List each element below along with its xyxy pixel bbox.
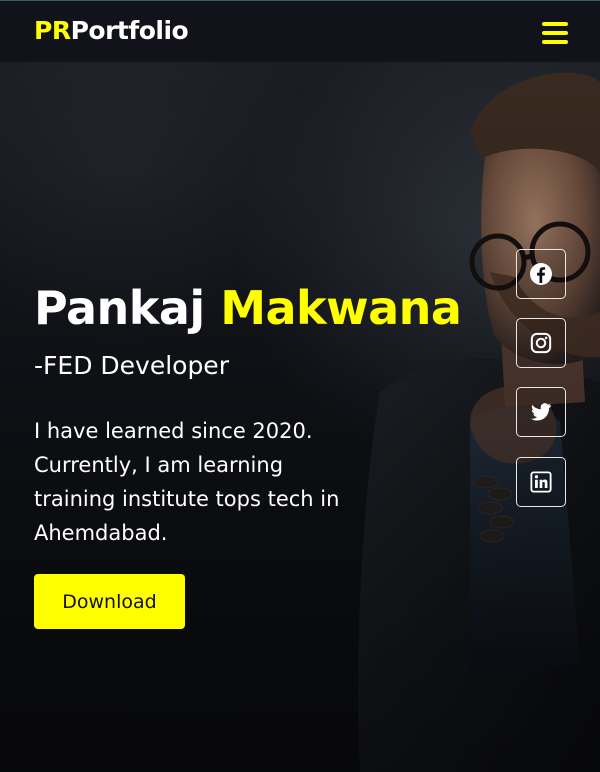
- last-name-highlight: Makwana: [220, 281, 462, 335]
- navbar: PRPortfolio: [0, 0, 600, 62]
- instagram-link[interactable]: [516, 318, 566, 368]
- facebook-icon: [530, 263, 552, 285]
- hero-section: Pankaj Makwana -FED Developer I have lea…: [0, 62, 600, 772]
- brand-name: Portfolio: [70, 16, 189, 45]
- twitter-link[interactable]: [516, 387, 566, 437]
- hero-role: -FED Developer: [34, 351, 229, 380]
- first-name: Pankaj: [34, 281, 205, 335]
- linkedin-icon: [530, 471, 552, 493]
- hero-bio: I have learned since 2020. Currently, I …: [34, 419, 340, 545]
- download-button[interactable]: Download: [34, 574, 185, 629]
- linkedin-link[interactable]: [516, 457, 566, 507]
- facebook-link[interactable]: [516, 249, 566, 299]
- hero-name: Pankaj Makwana: [34, 280, 462, 336]
- brand-accent: PR: [34, 16, 71, 45]
- instagram-icon: [530, 332, 552, 354]
- hamburger-icon[interactable]: [542, 22, 568, 44]
- brand-logo[interactable]: PRPortfolio: [34, 16, 189, 46]
- twitter-icon: [530, 403, 552, 421]
